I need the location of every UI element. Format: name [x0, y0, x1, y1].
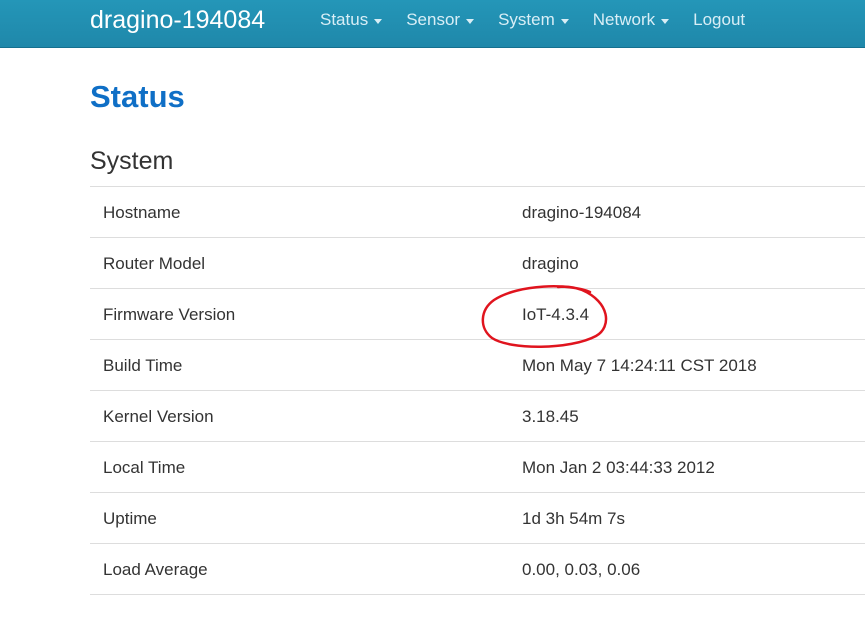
chevron-down-icon [374, 18, 383, 24]
menu-logout-label: Logout [693, 10, 746, 29]
brand-hostname[interactable]: dragino-194084 [90, 5, 265, 35]
top-navbar: dragino-194084 Status Sensor System Netw… [0, 0, 865, 48]
row-value: Mon May 7 14:24:11 CST 2018 [522, 356, 757, 375]
table-row: Firmware Version IoT-4.3.4 [90, 289, 865, 340]
menu-network[interactable]: Network [581, 0, 681, 40]
row-label: Kernel Version [103, 407, 214, 426]
row-label: Load Average [103, 560, 208, 579]
table-row: Hostname dragino-194084 [90, 187, 865, 238]
system-info-table: Hostname dragino-194084 Router Model dra… [90, 186, 865, 595]
row-value: 0.00, 0.03, 0.06 [522, 560, 641, 579]
row-value: 1d 3h 54m 7s [522, 509, 626, 528]
row-label: Firmware Version [103, 305, 236, 324]
main-menu: Status Sensor System Network Logout [308, 0, 757, 40]
chevron-down-icon [560, 18, 569, 24]
table-row: Load Average 0.00, 0.03, 0.06 [90, 544, 865, 595]
section-title-system: System [90, 147, 174, 175]
menu-system-label: System [498, 10, 555, 29]
menu-network-label: Network [592, 10, 656, 29]
menu-status-label: Status [320, 10, 369, 29]
row-value: 3.18.45 [522, 407, 579, 426]
row-value: dragino-194084 [522, 203, 642, 222]
row-value: IoT-4.3.4 [522, 305, 590, 324]
row-label: Uptime [103, 509, 157, 528]
menu-logout[interactable]: Logout [681, 0, 757, 40]
menu-sensor-label: Sensor [406, 10, 461, 29]
table-row: Router Model dragino [90, 238, 865, 289]
chevron-down-icon [661, 18, 670, 24]
row-label: Hostname [103, 203, 181, 222]
menu-status[interactable]: Status [308, 0, 394, 40]
row-label: Build Time [103, 356, 183, 375]
table-row: Local Time Mon Jan 2 03:44:33 2012 [90, 442, 865, 493]
page-title: Status [90, 79, 185, 114]
row-value: Mon Jan 2 03:44:33 2012 [522, 458, 715, 477]
table-row: Uptime 1d 3h 54m 7s [90, 493, 865, 544]
table-row: Build Time Mon May 7 14:24:11 CST 2018 [90, 340, 865, 391]
row-label: Router Model [103, 254, 206, 273]
menu-sensor[interactable]: Sensor [394, 0, 486, 40]
row-value: dragino [522, 254, 579, 273]
row-label: Local Time [103, 458, 186, 477]
menu-system[interactable]: System [486, 0, 581, 40]
chevron-down-icon [466, 18, 475, 24]
table-row: Kernel Version 3.18.45 [90, 391, 865, 442]
